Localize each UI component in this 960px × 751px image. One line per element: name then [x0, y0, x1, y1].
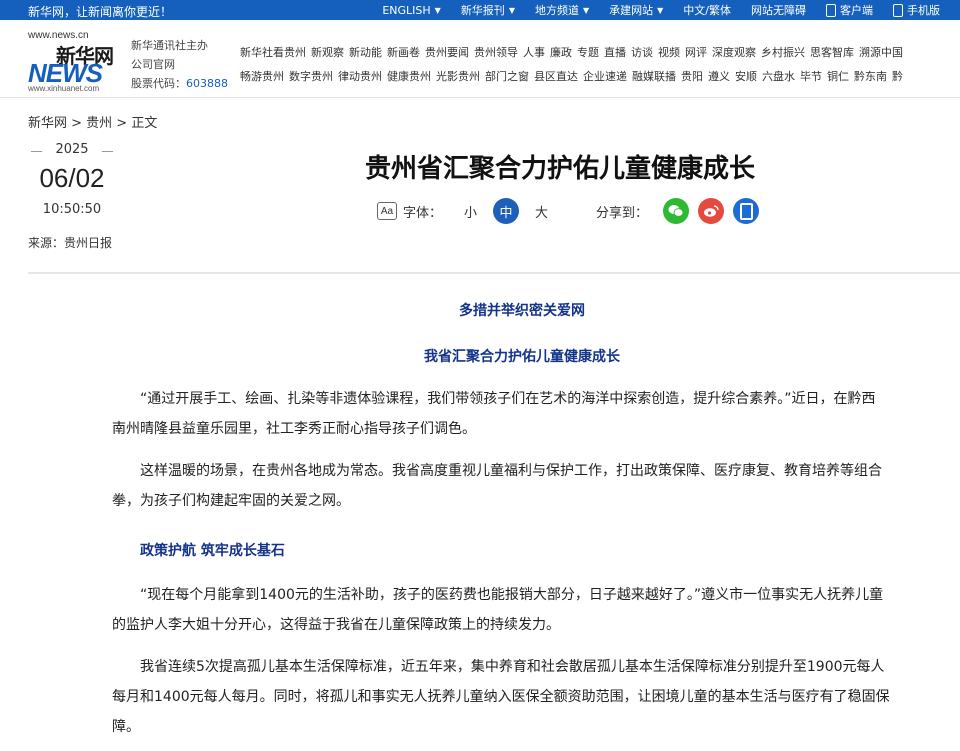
font-size-label: 字体： [403, 205, 443, 221]
channel-link[interactable]: 光影贵州 [436, 68, 480, 84]
stock-code: 603888 [186, 77, 228, 90]
content-divider [28, 272, 960, 274]
top-bar: 新华网，让新闻离你更近！ ENGLISH ▼ 新华报刊 ▼ 地方频道 ▼ 承建网站 ▼ … [0, 0, 960, 20]
chevron-down-icon: ▼ [434, 5, 441, 15]
publish-date: 2025 06/02 10:50:50 [28, 142, 116, 217]
site-header: www.news.cn 新华网 NEWS www.xinhuanet.com 新… [0, 20, 960, 98]
share-label: 分享到： [596, 205, 649, 221]
client-app-icon [826, 3, 836, 17]
channel-link[interactable]: 廉政 [550, 44, 572, 60]
channel-link[interactable]: 健康贵州 [387, 68, 431, 84]
channel-link[interactable]: 直播 [604, 44, 626, 60]
channel-link[interactable]: 专题 [577, 44, 599, 60]
nav-english[interactable]: ENGLISH ▼ [382, 4, 441, 17]
channel-link[interactable]: 黔东南 [854, 68, 887, 84]
subheading-policy: 政策护航 筑牢成长基石 [140, 543, 285, 559]
chevron-down-icon: ▼ [508, 5, 515, 15]
article-source: 来源：贵州日报 [28, 236, 113, 250]
channel-link[interactable]: 律动贵州 [338, 68, 382, 84]
mobile-share-icon[interactable] [733, 198, 760, 224]
channel-link[interactable]: 部门之窗 [485, 68, 529, 84]
nav-client-app[interactable]: 客户端 [826, 2, 873, 18]
channel-link[interactable]: 黔 [892, 68, 903, 84]
article-title: 贵州省汇聚合力护佑儿童健康成长 [364, 154, 755, 184]
channel-link[interactable]: 新观察 [311, 44, 344, 60]
nav-local-channels[interactable]: 地方频道 ▼ [535, 2, 589, 18]
channel-link[interactable]: 数字贵州 [289, 68, 333, 84]
nav-hosted-sites[interactable]: 承建网站 ▼ [609, 2, 663, 18]
org-info: 新华通讯社主办 公司官网 股票代码：603888 [131, 39, 228, 90]
chevron-down-icon: ▼ [582, 5, 590, 15]
channel-link[interactable]: 贵阳 [681, 68, 703, 84]
channel-link[interactable]: 畅游贵州 [240, 68, 284, 84]
channel-link[interactable]: 毕节 [800, 68, 822, 84]
channel-link[interactable]: 新华社看贵州 [240, 44, 306, 60]
channel-nav-row-2: 畅游贵州 数字贵州 律动贵州 健康贵州 光影贵州 部门之窗 县区直达 企业速递 融媒联播 贵阳 遵义… [240, 68, 908, 84]
article-heading-1: 多措并举织密关爱网 [459, 303, 585, 319]
font-medium-button[interactable]: 中 [493, 198, 520, 224]
weibo-share-icon[interactable] [698, 198, 725, 224]
site-slogan: 新华网，让新闻离你更近！ [28, 5, 173, 19]
channel-nav-row-1: 新华社看贵州 新观察 新动能 新画卷 贵州要闻 贵州领导 人事 廉政 专题 直播 访谈 视频 网评 深度观… [240, 44, 908, 60]
breadcrumb[interactable]: 新华网 > 贵州 > 正文 [28, 112, 157, 131]
article-tools: Aa 字体： 小 中 大 分享到： [377, 198, 760, 224]
chevron-down-icon: ▼ [657, 5, 664, 15]
paragraph-4: 我省连续5次提高孤儿基本生活保障标准，近五年来，集中养育和社会散居孤儿基本生活保… [112, 659, 890, 735]
channel-link[interactable]: 思客智库 [810, 44, 854, 60]
mobile-phone-icon [893, 3, 903, 17]
font-large-button[interactable]: 大 [535, 202, 548, 221]
publish-time: 10:50:50 [42, 202, 102, 217]
paragraph-2: 这样温暖的场景，在贵州各地成为常态。我省高度重视儿童福利与保护工作，打出政策保障… [112, 463, 882, 509]
channel-link[interactable]: 遵义 [708, 68, 730, 84]
channel-link[interactable]: 六盘水 [762, 68, 795, 84]
channel-link[interactable]: 融媒联播 [632, 68, 676, 84]
publish-year: 2025 [28, 142, 116, 157]
channel-link[interactable]: 贵州要闻 [425, 44, 469, 60]
channel-link[interactable]: 乡村振兴 [761, 44, 805, 60]
nav-mobile[interactable]: 手机版 [893, 2, 940, 18]
channel-link[interactable]: 企业速递 [583, 68, 627, 84]
channel-link[interactable]: 网评 [685, 44, 707, 60]
channel-link[interactable]: 新动能 [349, 44, 382, 60]
wechat-share-icon[interactable] [663, 198, 690, 224]
channel-link[interactable]: 溯源中国 [859, 44, 903, 60]
article-heading-2: 我省汇聚合力护佑儿童健康成长 [424, 349, 620, 365]
channel-link[interactable]: 安顺 [735, 68, 757, 84]
font-small-button[interactable]: 小 [464, 202, 477, 221]
channel-link[interactable]: 铜仁 [827, 68, 849, 84]
top-nav: ENGLISH ▼ 新华报刊 ▼ 地方频道 ▼ 承建网站 ▼ 中文/繁体 网站无障碍 客… [382, 0, 960, 20]
font-size-icon: Aa [377, 202, 397, 220]
paragraph-3: “现在每个月能拿到1400元的生活补助，孩子的医药费也能报销大部分，日子越来越好… [112, 587, 884, 633]
xinhua-logo[interactable]: www.news.cn 新华网 NEWS www.xinhuanet.com [28, 30, 123, 93]
nav-accessibility[interactable]: 网站无障碍 [751, 2, 806, 18]
nav-newspapers[interactable]: 新华报刊 ▼ [461, 2, 515, 18]
channel-link[interactable]: 县区直达 [534, 68, 578, 84]
channel-link[interactable]: 贵州领导 [474, 44, 518, 60]
channel-link[interactable]: 深度观察 [712, 44, 756, 60]
publish-month-day: 06/02 [39, 163, 105, 193]
channel-link[interactable]: 视频 [658, 44, 680, 60]
channel-link[interactable]: 人事 [523, 44, 545, 60]
channel-link[interactable]: 访谈 [631, 44, 653, 60]
channel-link[interactable]: 新画卷 [387, 44, 420, 60]
nav-traditional-chinese[interactable]: 中文/繁体 [683, 2, 731, 18]
paragraph-1: “通过开展手工、绘画、扎染等非遗体验课程，我们带领孩子们在艺术的海洋中探索创造，… [112, 391, 876, 437]
